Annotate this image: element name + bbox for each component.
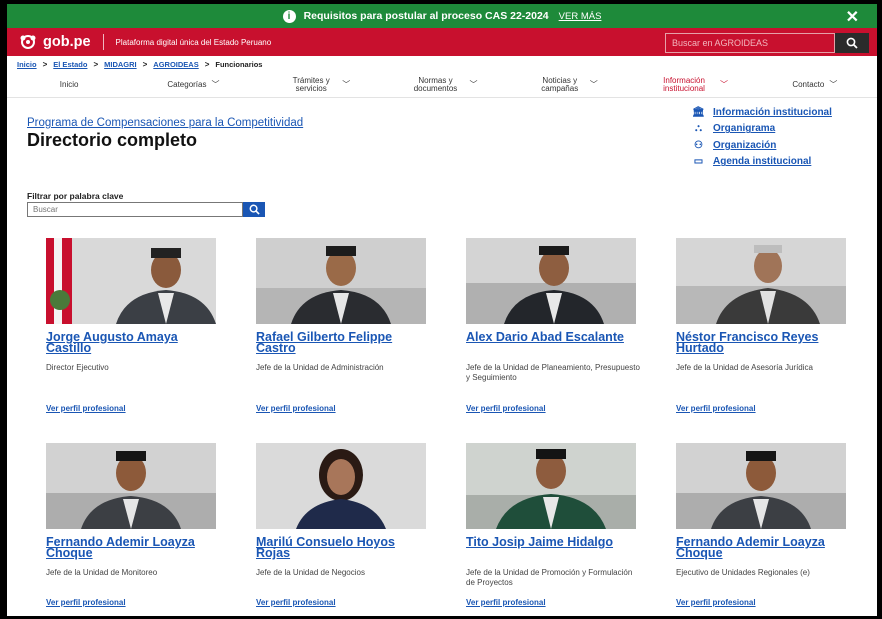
logo-text: gob.pe — [43, 34, 91, 50]
official-name[interactable]: Néstor Francisco Reyes Hurtado — [676, 331, 852, 355]
view-profile-link[interactable]: Ver perfil profesional — [676, 598, 756, 607]
announcement-banner: i Requisitos para postular al proceso CA… — [7, 4, 877, 28]
keyword-search-button[interactable] — [243, 202, 265, 217]
chevron-down-icon: ﹀ — [589, 79, 598, 89]
official-card: Alex Dario Abad Escalante Jefe de la Uni… — [449, 236, 659, 431]
site-search — [665, 33, 869, 53]
chevron-down-icon: ﹀ — [720, 79, 729, 89]
official-card: Néstor Francisco Reyes Hurtado Jefe de l… — [659, 236, 869, 431]
view-profile-link[interactable]: Ver perfil profesional — [466, 404, 546, 413]
official-photo — [256, 238, 426, 324]
official-card: Jorge Augusto Amaya Castillo Director Ej… — [29, 236, 239, 431]
officials-grid: Jorge Augusto Amaya Castillo Director Ej… — [29, 236, 869, 616]
official-name[interactable]: Fernando Ademir Loayza Choque — [676, 536, 852, 560]
institution-links: 🏛 Información institucional ⛬ Organigrama … — [692, 104, 832, 170]
breadcrumb-agroideas[interactable]: AGROIDEAS — [153, 60, 198, 69]
official-role: Jefe de la Unidad de Administración — [256, 363, 384, 372]
official-name[interactable]: Fernando Ademir Loayza Choque — [46, 536, 222, 560]
chevron-down-icon: ﹀ — [469, 79, 478, 89]
view-profile-link[interactable]: Ver perfil profesional — [256, 598, 336, 607]
keyword-filter — [27, 202, 265, 217]
view-profile-link[interactable]: Ver perfil profesional — [256, 404, 336, 413]
program-link[interactable]: Programa de Compensaciones para la Compe… — [27, 117, 303, 129]
banner-more-link[interactable]: VER MÁS — [559, 11, 602, 22]
close-icon[interactable]: ✕ — [846, 7, 859, 27]
gob-pe-logo[interactable]: gob.pe — [19, 34, 91, 50]
official-name[interactable]: Alex Dario Abad Escalante — [466, 331, 642, 354]
site-search-button[interactable] — [835, 33, 869, 53]
official-photo — [256, 443, 426, 529]
nav-informacion[interactable]: Información institucional ﹀ — [628, 76, 752, 93]
portrait-image — [676, 238, 846, 324]
breadcrumb-midagri[interactable]: MIDAGRI — [104, 60, 137, 69]
official-card: Marilú Consuelo Hoyos Rojas Jefe de la U… — [239, 441, 449, 616]
header-tagline: Plataforma digital única del Estado Peru… — [115, 37, 272, 47]
nav-inicio[interactable]: Inicio — [7, 80, 131, 89]
calendar-icon: ▭ — [693, 156, 704, 168]
portrait-image — [46, 443, 216, 529]
official-role: Director Ejecutivo — [46, 363, 109, 372]
link-organizacion[interactable]: ⚇ Organización — [692, 137, 832, 154]
portrait-image — [256, 238, 426, 324]
view-profile-link[interactable]: Ver perfil profesional — [46, 598, 126, 607]
link-organigrama[interactable]: ⛬ Organigrama — [692, 121, 832, 138]
chevron-down-icon: ﹀ — [211, 79, 220, 89]
org-chart-icon: ⛬ — [695, 123, 702, 135]
official-name[interactable]: Tito Josip Jaime Hidalgo — [466, 536, 642, 559]
info-icon: i — [282, 9, 296, 23]
people-icon: ⚇ — [694, 139, 703, 151]
official-role: Jefe de la Unidad de Planeamiento, Presu… — [466, 363, 640, 382]
keyword-search-input[interactable] — [27, 202, 243, 217]
official-photo — [46, 238, 216, 324]
nav-categorias[interactable]: Categorías ﹀ — [131, 79, 255, 89]
official-card: Tito Josip Jaime Hidalgo Jefe de la Unid… — [449, 441, 659, 616]
portrait-image — [676, 443, 846, 529]
nav-contacto[interactable]: Contacto ﹀ — [753, 79, 877, 89]
link-informacion-institucional[interactable]: 🏛 Información institucional — [692, 104, 832, 121]
nav-normas[interactable]: Normas y documentos ﹀ — [380, 76, 504, 93]
breadcrumb-el-estado[interactable]: El Estado — [53, 60, 87, 69]
portrait-image — [256, 443, 426, 529]
view-profile-link[interactable]: Ver perfil profesional — [46, 404, 126, 413]
official-name[interactable]: Marilú Consuelo Hoyos Rojas — [256, 536, 432, 560]
official-photo — [676, 238, 846, 324]
search-icon — [846, 37, 858, 49]
breadcrumb-inicio[interactable]: Inicio — [17, 60, 37, 69]
official-name[interactable]: Jorge Augusto Amaya Castillo — [46, 331, 222, 355]
official-photo — [466, 238, 636, 324]
official-photo — [46, 443, 216, 529]
nav-noticias[interactable]: Noticias y campañas ﹀ — [504, 76, 628, 93]
site-search-input[interactable] — [665, 33, 835, 53]
main-nav: Inicio Categorías ﹀ Trámites y servicios ﹀… — [7, 72, 877, 98]
view-profile-link[interactable]: Ver perfil profesional — [466, 598, 546, 607]
portrait-image — [466, 443, 636, 529]
view-profile-link[interactable]: Ver perfil profesional — [676, 404, 756, 413]
official-card: Fernando Ademir Loayza Choque Ejecutivo … — [659, 441, 869, 616]
official-name[interactable]: Rafael Gilberto Felippe Castro — [256, 331, 432, 355]
official-card: Rafael Gilberto Felippe Castro Jefe de l… — [239, 236, 449, 431]
breadcrumb-current: Funcionarios — [215, 59, 263, 69]
nav-tramites[interactable]: Trámites y servicios ﹀ — [256, 76, 380, 93]
banner-text: Requisitos para postular al proceso CAS … — [303, 10, 549, 22]
header-divider — [102, 34, 104, 50]
filter-label: Filtrar por palabra clave — [27, 191, 124, 201]
official-role: Jefe de la Unidad de Asesoría Jurídica — [676, 363, 813, 372]
portrait-image — [466, 238, 636, 324]
breadcrumb: Inicio > El Estado > MIDAGRI > AGROIDEAS > F… — [17, 59, 263, 69]
official-photo — [676, 443, 846, 529]
official-card: Fernando Ademir Loayza Choque Jefe de la… — [29, 441, 239, 616]
official-photo — [466, 443, 636, 529]
link-agenda[interactable]: ▭ Agenda institucional — [692, 154, 832, 171]
portrait-image — [46, 238, 216, 324]
page-title: Directorio completo — [27, 130, 198, 150]
chevron-down-icon: ﹀ — [829, 79, 838, 89]
search-icon — [249, 204, 260, 215]
browser-viewport: i Requisitos para postular al proceso CA… — [7, 4, 877, 616]
institution-icon: 🏛 — [692, 106, 705, 118]
shield-logo-icon — [20, 35, 36, 49]
chevron-down-icon: ﹀ — [342, 79, 351, 89]
